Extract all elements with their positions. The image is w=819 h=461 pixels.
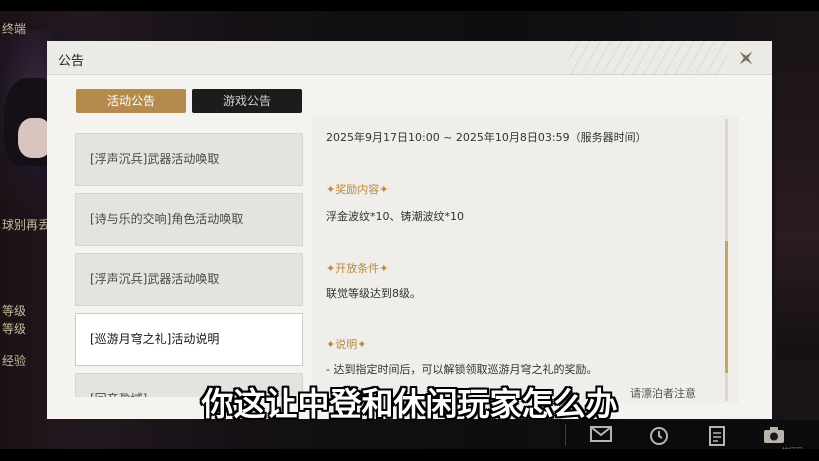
- tab-event-announcement[interactable]: 活动公告: [76, 89, 186, 113]
- announcement-modal: 公告 活动公告 游戏公告 [浮声沉兵]武器活动唤取 [诗与乐的交响]角色活动唤取…: [47, 41, 772, 419]
- bg-label-level-2: 等级: [2, 322, 27, 336]
- bg-label-terminal: 终端: [2, 22, 27, 36]
- list-item[interactable]: [诗与乐的交响]角色活动唤取: [75, 193, 303, 246]
- bg-label-ball: 球别再丢: [2, 218, 51, 232]
- reward-heading: ✦奖励内容✦: [326, 183, 389, 196]
- mail-icon[interactable]: [590, 426, 612, 444]
- toolbar-divider: [565, 424, 566, 446]
- letterbox-top: [0, 0, 819, 11]
- video-subtitle: 你这让中登和休闲玩家怎么办: [201, 385, 618, 423]
- tab-game-announcement[interactable]: 游戏公告: [192, 89, 302, 113]
- condition-heading: ✦开放条件✦: [326, 262, 389, 275]
- note-text: - 达到指定时间后，可以解锁领取巡游月穹之礼的奖励。: [326, 363, 598, 376]
- bg-label-level-1: 等级: [2, 304, 27, 318]
- notes-icon[interactable]: [706, 426, 728, 446]
- list-item[interactable]: [浮声沉兵]武器活动唤取: [75, 253, 303, 306]
- modal-title: 公告: [58, 54, 85, 69]
- right-background-art: [775, 60, 819, 360]
- bg-label-exp: 经验: [2, 354, 27, 368]
- announcement-list: [浮声沉兵]武器活动唤取 [诗与乐的交响]角色活动唤取 [浮声沉兵]武器活动唤取…: [75, 119, 303, 397]
- reward-text: 浮金波纹*10、铸潮波纹*10: [326, 210, 464, 223]
- clock-icon[interactable]: [648, 426, 670, 445]
- header-decoration: [567, 41, 727, 75]
- camera-icon[interactable]: [763, 426, 785, 444]
- letterbox-bottom: [0, 449, 819, 461]
- event-time-range: 2025年9月17日10:00 ~ 2025年10月8日03:59（服务器时间）: [326, 131, 647, 144]
- content-scrollbar-thumb[interactable]: [725, 241, 728, 373]
- list-item-selected[interactable]: [巡游月穹之礼]活动说明: [75, 313, 303, 366]
- list-item[interactable]: [浮声沉兵]武器活动唤取: [75, 133, 303, 186]
- modal-header: 公告: [47, 41, 772, 75]
- condition-text: 联觉等级达到8级。: [326, 287, 421, 300]
- announcement-content: 2025年9月17日10:00 ~ 2025年10月8日03:59（服务器时间）…: [312, 115, 739, 403]
- note-heading: ✦说明✦: [326, 338, 367, 351]
- close-star-icon[interactable]: [734, 46, 758, 70]
